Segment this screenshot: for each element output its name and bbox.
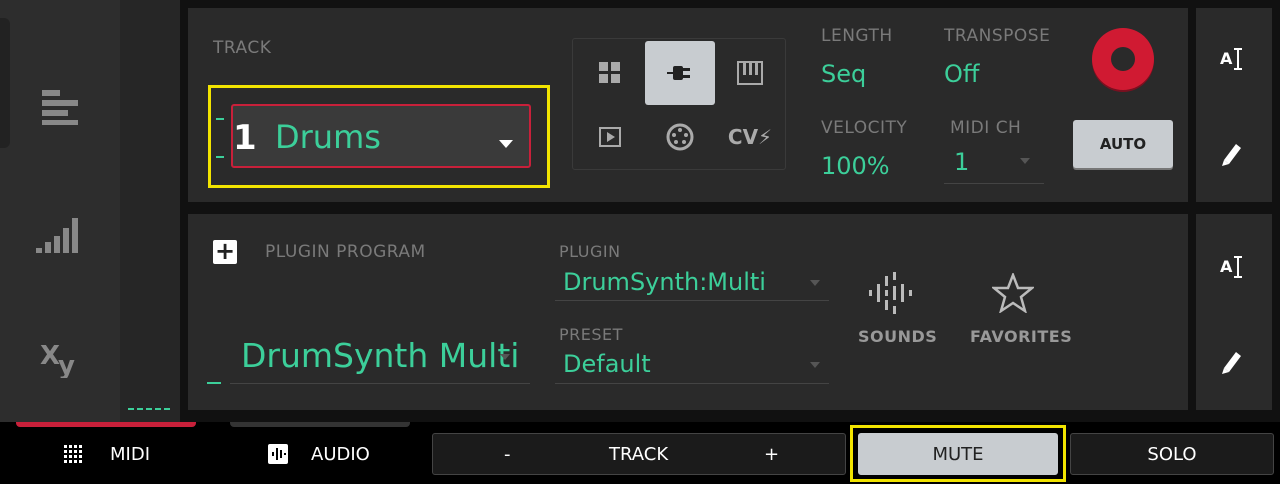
svg-text:A: A: [1220, 49, 1233, 68]
chevron-down-icon: [810, 362, 820, 368]
play-icon[interactable]: [575, 105, 645, 169]
midi-tab-indicator: [16, 422, 196, 427]
auto-button[interactable]: AUTO: [1073, 120, 1173, 168]
length-label: LENGTH: [821, 26, 893, 46]
program-underline: [230, 383, 530, 384]
highlight-box: [208, 85, 550, 188]
level-meter: [120, 0, 180, 422]
track-nav-label: TRACK: [609, 444, 669, 465]
xy-icon[interactable]: Xy: [34, 338, 86, 378]
rename-icon[interactable]: A: [1220, 254, 1246, 285]
pencil-icon[interactable]: [1220, 348, 1244, 379]
svg-text:A: A: [1220, 257, 1233, 276]
midi-tab[interactable]: MIDI: [110, 444, 150, 465]
rename-icon[interactable]: A: [1220, 46, 1246, 77]
grid-icon[interactable]: [575, 41, 645, 105]
highlight-box: [850, 425, 1066, 482]
star-icon[interactable]: [990, 271, 1036, 317]
dash-mark: [207, 382, 221, 384]
pencil-icon[interactable]: [1220, 140, 1244, 171]
left-rail: Xy: [0, 0, 120, 422]
program-name[interactable]: DrumSynth Multi: [241, 336, 519, 375]
plug-icon[interactable]: [645, 41, 715, 105]
velocity-label: VELOCITY: [821, 118, 908, 138]
track-next-button[interactable]: +: [764, 444, 779, 465]
transpose-value[interactable]: Off: [944, 60, 979, 88]
plugin-program-label: PLUGIN PROGRAM: [265, 242, 426, 262]
svg-text:y: y: [58, 351, 75, 378]
velocity-value[interactable]: 100%: [821, 152, 890, 180]
meter-level-line: [128, 408, 170, 410]
preset-label: PRESET: [559, 325, 623, 344]
plugin-value[interactable]: DrumSynth:Multi: [563, 268, 766, 296]
bars-level-icon[interactable]: [34, 214, 86, 254]
midi-ch-value[interactable]: 1: [954, 148, 969, 176]
length-value[interactable]: Seq: [821, 60, 866, 88]
midi-ch-label: MIDI CH: [950, 118, 1022, 138]
keys-icon[interactable]: [715, 41, 785, 105]
preset-underline: [555, 383, 829, 384]
plugin-underline: [555, 300, 829, 301]
sounds-label[interactable]: SOUNDS: [858, 327, 937, 346]
midi-ch-underline: [944, 183, 1044, 184]
chevron-down-icon: [1020, 158, 1030, 164]
midi-din-icon[interactable]: [645, 105, 715, 169]
track-prev-button[interactable]: -: [504, 444, 511, 465]
align-left-icon[interactable]: [34, 88, 86, 126]
favorites-label[interactable]: FAVORITES: [970, 327, 1072, 346]
transpose-label: TRANSPOSE: [944, 26, 1051, 46]
audio-tab[interactable]: AUDIO: [311, 444, 370, 465]
audio-tab-indicator: [230, 422, 410, 427]
midi-grid-icon[interactable]: [64, 445, 84, 467]
record-button[interactable]: [1092, 28, 1154, 90]
rail-tab: [0, 18, 10, 148]
chevron-down-icon: [810, 280, 820, 286]
sounds-waveform-icon[interactable]: [868, 272, 914, 318]
cv-icon[interactable]: CV⚡: [715, 105, 785, 169]
preset-value[interactable]: Default: [563, 350, 651, 378]
side-tools-bottom: A: [1196, 214, 1272, 410]
add-program-button[interactable]: +: [213, 239, 237, 264]
track-type-grid: CV⚡: [572, 38, 786, 170]
plugin-label: PLUGIN: [559, 242, 621, 261]
side-tools-top: A: [1196, 8, 1272, 202]
track-label: TRACK: [213, 38, 272, 58]
solo-button[interactable]: SOLO: [1070, 433, 1274, 475]
audio-wave-icon[interactable]: [268, 444, 288, 468]
record-dot: [1111, 47, 1135, 71]
chevron-down-icon: [500, 354, 510, 360]
